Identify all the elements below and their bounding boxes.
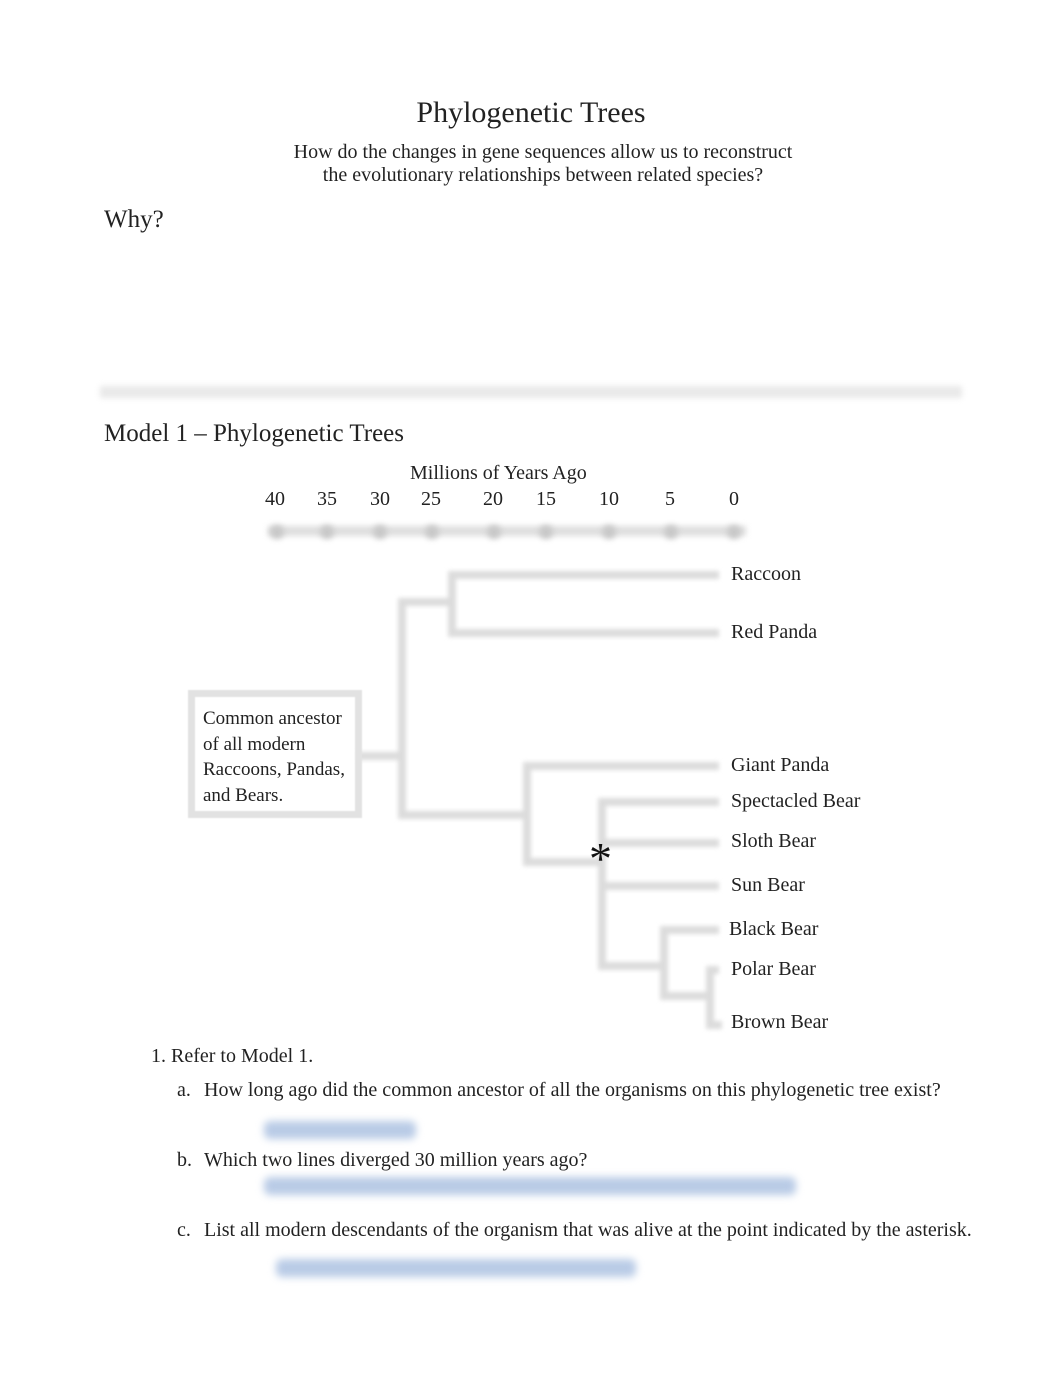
- question-1b-text: Which two lines diverged 30 million year…: [204, 1149, 588, 1171]
- ancestor-line: Raccoons, Pandas,: [203, 759, 345, 780]
- question-1a-text: How long ago did the common ancestor of …: [204, 1079, 941, 1101]
- ancestor-line: Common ancestor: [203, 708, 342, 729]
- branch-raccoon: [448, 571, 719, 637]
- taxon-giant-panda: Giant Panda: [731, 754, 830, 776]
- taxon-spectacled-bear: Spectacled Bear: [731, 790, 861, 812]
- taxon-red-panda: Red Panda: [731, 621, 818, 643]
- taxon-black-bear: Black Bear: [729, 918, 819, 940]
- question-1c-text: List all modern descendants of the organ…: [204, 1219, 972, 1241]
- question-1c-letter: c.: [177, 1219, 191, 1241]
- question-1-label: 1. Refer to Model 1.: [151, 1045, 314, 1067]
- common-ancestor-label: Common ancestor of all modern Raccoons, …: [203, 706, 373, 808]
- branch-polar-brown: [706, 966, 722, 1029]
- ancestor-line: and Bears.: [203, 784, 284, 806]
- question-1a-letter: a.: [177, 1079, 191, 1101]
- taxon-brown-bear: Brown Bear: [731, 1011, 829, 1033]
- answer-1b-field[interactable]: [264, 1177, 796, 1195]
- question-1b-letter: b.: [177, 1149, 192, 1171]
- taxon-polar-bear: Polar Bear: [731, 958, 816, 980]
- answer-1c-field[interactable]: [276, 1259, 636, 1277]
- answer-1a-field[interactable]: [264, 1121, 416, 1139]
- asterisk-marker: *: [589, 833, 612, 884]
- ancestor-line: of all modern: [203, 733, 306, 755]
- taxon-sun-bear: Sun Bear: [731, 874, 805, 896]
- taxon-raccoon: Raccoon: [731, 563, 801, 585]
- taxon-sloth-bear: Sloth Bear: [731, 830, 816, 852]
